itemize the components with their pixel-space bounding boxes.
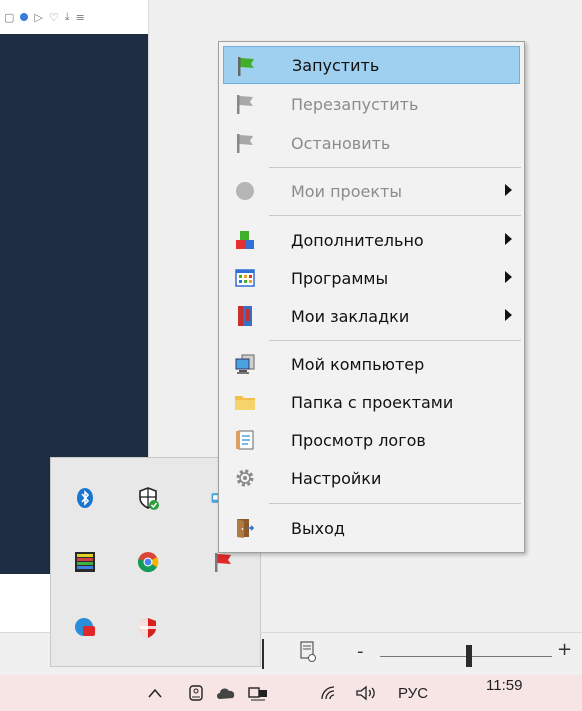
menu-item-label: Просмотр логов (291, 430, 426, 450)
gray-flag-icon (233, 131, 257, 155)
folder-icon (233, 390, 257, 414)
menu-item-label: Мои закладки (291, 306, 410, 326)
taskbar: РУС 11:59 (0, 675, 582, 711)
menu-item-label: Настройки (291, 468, 382, 488)
status-separator (262, 639, 264, 669)
menu-separator (269, 215, 521, 216)
menu-item-label: Выход (291, 518, 345, 538)
menu-separator (269, 167, 521, 168)
page-view-icon[interactable] (300, 641, 316, 663)
green-flag-icon (234, 54, 258, 78)
red-flag-icon[interactable] (211, 550, 235, 574)
chrome-icon[interactable] (136, 550, 160, 574)
menu-item-bookmarks[interactable]: Мои закладки (223, 297, 520, 335)
bluetooth-icon[interactable] (73, 486, 97, 510)
menu-item-additional[interactable]: Дополнительно (223, 221, 520, 259)
meet-now-icon[interactable] (186, 675, 206, 711)
menu-item-run[interactable]: Запустить (223, 46, 520, 84)
menu-item-projects-folder[interactable]: Папка с проектами (223, 383, 520, 421)
submenu-arrow-icon (505, 233, 512, 245)
shield-icon[interactable] (20, 13, 29, 21)
menu-item-programs[interactable]: Программы (223, 259, 520, 297)
menu-item-label: Запустить (292, 55, 380, 75)
wifi-icon[interactable] (318, 675, 340, 711)
menu-item-my-projects: Мои проекты (223, 172, 520, 210)
menu-item-label: Мой компьютер (291, 354, 425, 374)
menu-item-label: Остановить (291, 133, 391, 153)
menu-item-label: Перезапустить (291, 94, 419, 114)
menu-item-stop: Остановить (223, 124, 520, 162)
zoom-in-button[interactable]: + (557, 639, 572, 660)
menu-icon[interactable]: ≡ (76, 11, 85, 24)
colored-blocks-icon (233, 228, 257, 252)
menu-item-label: Папка с проектами (291, 392, 454, 412)
menu-item-restart: Перезапустить (223, 85, 520, 123)
volume-icon[interactable] (354, 675, 380, 711)
defender-shield-icon[interactable] (136, 486, 160, 510)
heart-icon[interactable]: ♡ (49, 11, 59, 24)
menu-item-view-logs[interactable]: Просмотр логов (223, 421, 520, 459)
zoom-slider-thumb[interactable] (466, 645, 473, 667)
gray-flag-icon (233, 92, 257, 116)
menu-item-label: Дополнительно (291, 230, 424, 250)
chevron-up-icon[interactable] (146, 675, 164, 711)
input-language-indicator[interactable]: РУС (398, 685, 428, 702)
cloud-icon[interactable] (214, 675, 238, 711)
doc-icon[interactable]: ▢ (4, 11, 14, 24)
submenu-arrow-icon (505, 271, 512, 283)
menu-item-settings[interactable]: Настройки (223, 459, 520, 497)
menu-item-label: Программы (291, 268, 389, 288)
app-grid-icon (233, 266, 257, 290)
log-document-icon (233, 428, 257, 452)
zoom-out-button[interactable]: - (357, 641, 364, 662)
editor-toolbar: ▢ ▷ ♡ ⤓ ≡ (0, 0, 148, 34)
computer-icon (233, 352, 257, 376)
menu-item-my-computer[interactable]: Мой компьютер (223, 345, 520, 383)
clock-time[interactable]: 11:59 (486, 677, 522, 694)
exit-door-icon (233, 516, 257, 540)
red-app-icon[interactable] (73, 616, 97, 640)
grid-app-icon[interactable] (73, 550, 97, 574)
menu-separator (269, 340, 521, 341)
menu-item-label: Мои проекты (291, 181, 402, 201)
menu-item-exit[interactable]: Выход (223, 509, 520, 547)
download-icon[interactable]: ⤓ (65, 10, 70, 24)
submenu-arrow-icon (505, 184, 512, 196)
submenu-arrow-icon (505, 309, 512, 321)
menu-separator (269, 503, 521, 504)
network-icon[interactable] (247, 675, 269, 711)
shield-icon[interactable] (136, 616, 160, 640)
gear-icon (233, 466, 257, 490)
play-icon[interactable]: ▷ (34, 11, 42, 24)
tray-context-menu: Запустить Перезапустить Остановить Мои п… (218, 41, 525, 553)
book-icon (233, 304, 257, 328)
gray-circle-icon (233, 179, 257, 203)
